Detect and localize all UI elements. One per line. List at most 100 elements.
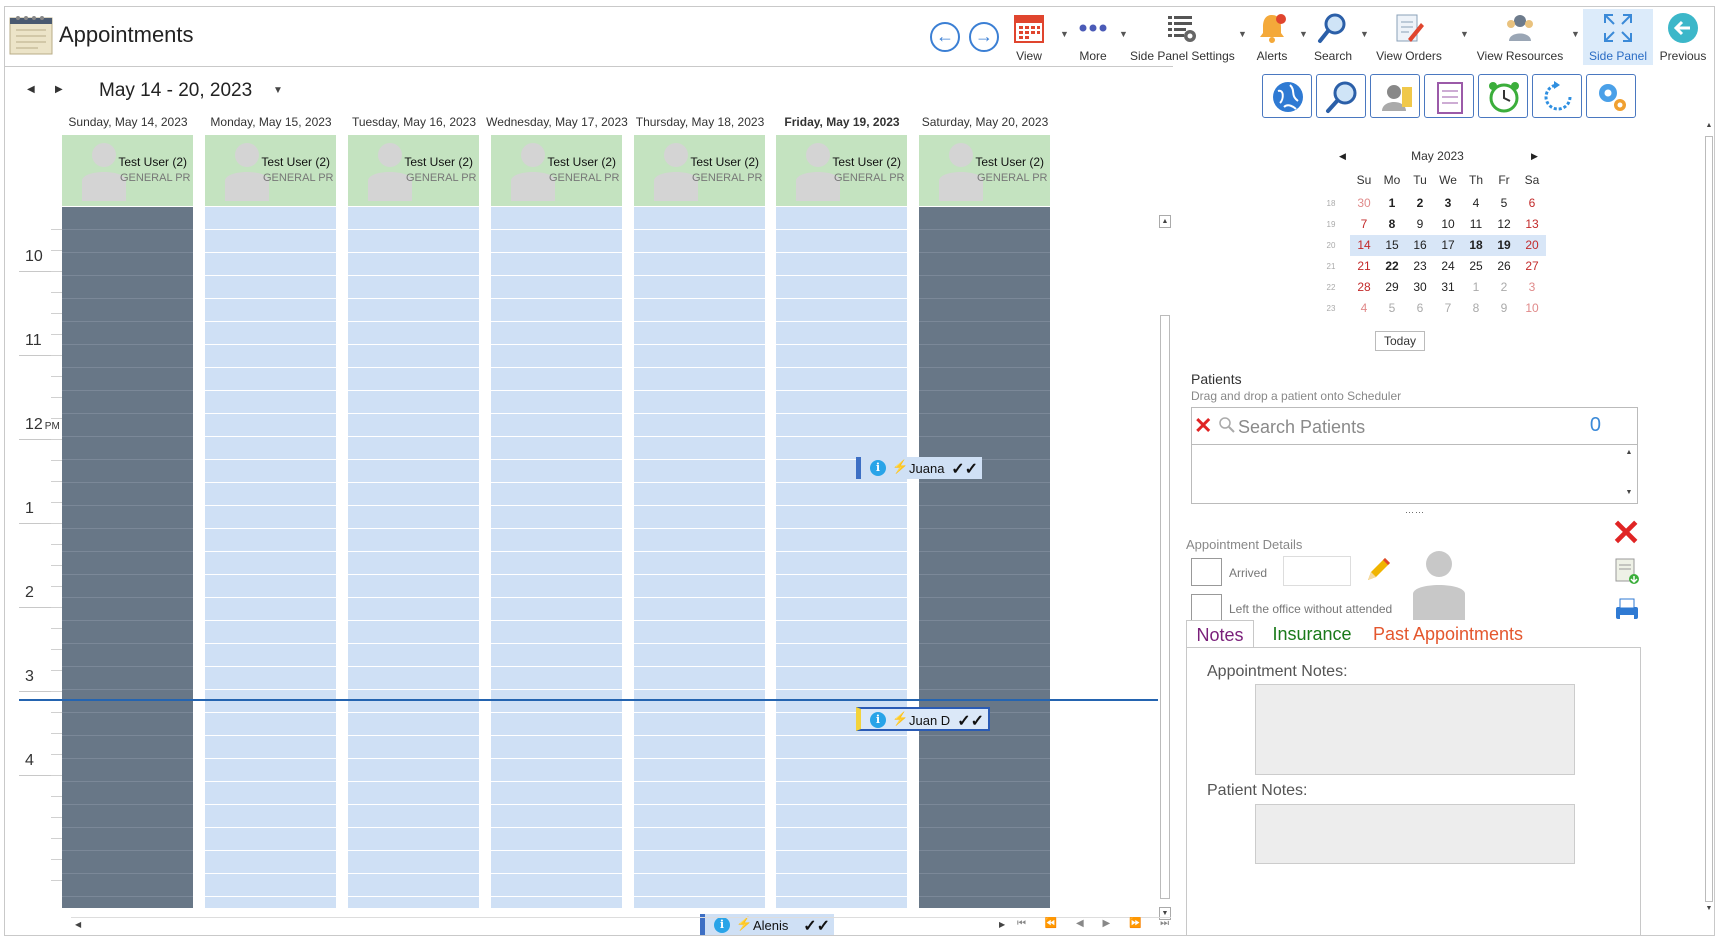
calendar-day[interactable]: 26 (1490, 256, 1518, 277)
calendar-day[interactable]: 14 (1350, 235, 1378, 256)
resource-header[interactable]: Test User (2) GENERAL PRACTICE (634, 135, 765, 206)
day-column[interactable] (491, 207, 622, 908)
calendar-day[interactable]: 7 (1434, 298, 1462, 319)
day-column[interactable] (919, 207, 1050, 908)
scroll-right-arrow-icon[interactable]: ▶ (999, 920, 1005, 929)
day-header[interactable]: Wednesday, May 17, 2023 (485, 115, 629, 129)
calendar-day[interactable]: 21 (1350, 256, 1378, 277)
checklist-tool-button[interactable] (1424, 74, 1474, 118)
calendar-day[interactable]: 5 (1378, 298, 1406, 319)
arrived-checkbox[interactable] (1191, 558, 1222, 586)
scroll-up-arrow-icon[interactable]: ▲ (1703, 122, 1714, 134)
calendar-day[interactable]: 16 (1406, 235, 1434, 256)
calendar-day[interactable]: 2 (1490, 277, 1518, 298)
calendar-day[interactable]: 31 (1434, 277, 1462, 298)
resource-header[interactable]: Test User (2) GENERAL PRACTICE (919, 135, 1050, 206)
info-icon[interactable]: i (870, 460, 886, 476)
day-header[interactable]: Monday, May 15, 2023 (199, 115, 343, 129)
list-scroll-up-icon[interactable]: ▲ (1623, 449, 1635, 456)
day-column[interactable] (776, 207, 907, 908)
prev-week-arrow-icon[interactable]: ◀ (27, 84, 35, 95)
calendar-day[interactable]: 9 (1406, 214, 1434, 235)
date-range-label[interactable]: May 14 - 20, 2023 (99, 80, 252, 102)
search-dropdown-arrow-icon[interactable]: ▼ (1360, 29, 1369, 39)
alarm-tool-button[interactable] (1478, 74, 1528, 118)
calendar-day[interactable]: 5 (1490, 193, 1518, 214)
calendar-day[interactable]: 9 (1490, 298, 1518, 319)
search-button[interactable]: Search (1310, 9, 1356, 65)
calendar-day[interactable]: 17 (1434, 235, 1462, 256)
alerts-button[interactable]: Alerts (1249, 9, 1295, 65)
scheduler-vertical-scrollbar[interactable]: ▲ ▼ (1158, 215, 1172, 923)
day-column[interactable] (205, 207, 336, 908)
refresh-tool-button[interactable] (1532, 74, 1582, 118)
view-dropdown-arrow-icon[interactable]: ▼ (1060, 29, 1069, 39)
day-header[interactable]: Thursday, May 18, 2023 (628, 115, 772, 129)
scroll-down-arrow-icon[interactable]: ▼ (1703, 905, 1714, 917)
calendar-day[interactable]: 12 (1490, 214, 1518, 235)
calendar-day[interactable]: 6 (1406, 298, 1434, 319)
calendar-day[interactable]: 28 (1350, 277, 1378, 298)
calendar-day[interactable]: 19 (1490, 235, 1518, 256)
appointment-juan-d[interactable]: i ⚡ Juan D ✓✓ (856, 707, 990, 731)
calendar-day[interactable]: 25 (1462, 256, 1490, 277)
forward-arrow-icon[interactable]: → (969, 22, 999, 52)
resources-dropdown-arrow-icon[interactable]: ▼ (1571, 29, 1580, 39)
calendar-day[interactable]: 13 (1518, 214, 1546, 235)
orders-dropdown-arrow-icon[interactable]: ▼ (1460, 29, 1469, 39)
day-header[interactable]: Saturday, May 20, 2023 (913, 115, 1057, 129)
calendar-day[interactable]: 24 (1434, 256, 1462, 277)
tab-insurance[interactable]: Insurance (1262, 620, 1362, 648)
patient-search-input[interactable] (1238, 414, 1568, 440)
info-icon[interactable]: i (870, 712, 886, 728)
calendar-prev-month-icon[interactable]: ◀ (1339, 151, 1346, 162)
alerts-dropdown-arrow-icon[interactable]: ▼ (1299, 29, 1308, 39)
day-header[interactable]: Tuesday, May 16, 2023 (342, 115, 486, 129)
calendar-day[interactable]: 10 (1518, 298, 1546, 319)
close-x-icon[interactable]: ✕ (1611, 515, 1641, 551)
back-arrow-icon[interactable]: ← (930, 22, 960, 52)
calendar-day[interactable]: 29 (1378, 277, 1406, 298)
today-button[interactable]: Today (1375, 331, 1425, 351)
day-column[interactable] (348, 207, 479, 908)
calendar-day[interactable]: 11 (1462, 214, 1490, 235)
day-header[interactable]: Sunday, May 14, 2023 (56, 115, 200, 129)
day-header[interactable]: Friday, May 19, 2023 (770, 115, 914, 129)
resource-header[interactable]: Test User (2) GENERAL PRACTICE (348, 135, 479, 206)
view-button[interactable]: View (1008, 9, 1050, 65)
calendar-day[interactable]: 3 (1518, 277, 1546, 298)
scroll-left-arrow-icon[interactable]: ◀ (75, 920, 81, 929)
resource-header[interactable]: Test User (2) GENERAL PRACTICE (491, 135, 622, 206)
list-scroll-down-icon[interactable]: ▼ (1623, 489, 1635, 496)
patient-card-tool-button[interactable] (1370, 74, 1420, 118)
tab-past-appointments[interactable]: Past Appointments (1368, 620, 1528, 648)
calendar-day[interactable]: 30 (1406, 277, 1434, 298)
appointment-juana[interactable]: i ⚡ Juana ✓✓ (856, 457, 982, 479)
previous-button[interactable]: Previous (1655, 9, 1711, 65)
calendar-day[interactable]: 20 (1518, 235, 1546, 256)
side-panel-settings-button[interactable]: Side Panel Settings (1130, 9, 1235, 65)
panel-splitter[interactable]: ⋯⋯ (1405, 507, 1425, 518)
tab-notes[interactable]: Notes (1186, 620, 1254, 648)
calendar-day[interactable]: 1 (1462, 277, 1490, 298)
calendar-next-month-icon[interactable]: ▶ (1531, 151, 1538, 162)
view-orders-button[interactable]: View Orders (1371, 9, 1447, 65)
scroll-thumb[interactable] (1705, 136, 1713, 902)
export-document-icon[interactable] (1613, 557, 1641, 590)
calendar-day[interactable]: 8 (1378, 214, 1406, 235)
scroll-thumb[interactable] (1160, 315, 1170, 899)
day-column[interactable] (634, 207, 765, 908)
magnifier-tool-button[interactable] (1316, 74, 1366, 118)
day-column[interactable] (62, 207, 193, 908)
calendar-day[interactable]: 10 (1434, 214, 1462, 235)
side-panel-scrollbar[interactable]: ▲ ▼ (1703, 122, 1714, 917)
calendar-day[interactable]: 15 (1378, 235, 1406, 256)
calendar-day[interactable]: 18 (1462, 235, 1490, 256)
resource-header[interactable]: Test User (2) GENERAL PRACTICE (62, 135, 193, 206)
calendar-day[interactable]: 2 (1406, 193, 1434, 214)
next-week-arrow-icon[interactable]: ▶ (55, 84, 63, 95)
left-without-attending-checkbox[interactable] (1191, 594, 1222, 622)
clear-search-x-icon[interactable]: ✕ (1194, 415, 1212, 437)
calendar-day[interactable]: 3 (1434, 193, 1462, 214)
calendar-day[interactable]: 1 (1378, 193, 1406, 214)
